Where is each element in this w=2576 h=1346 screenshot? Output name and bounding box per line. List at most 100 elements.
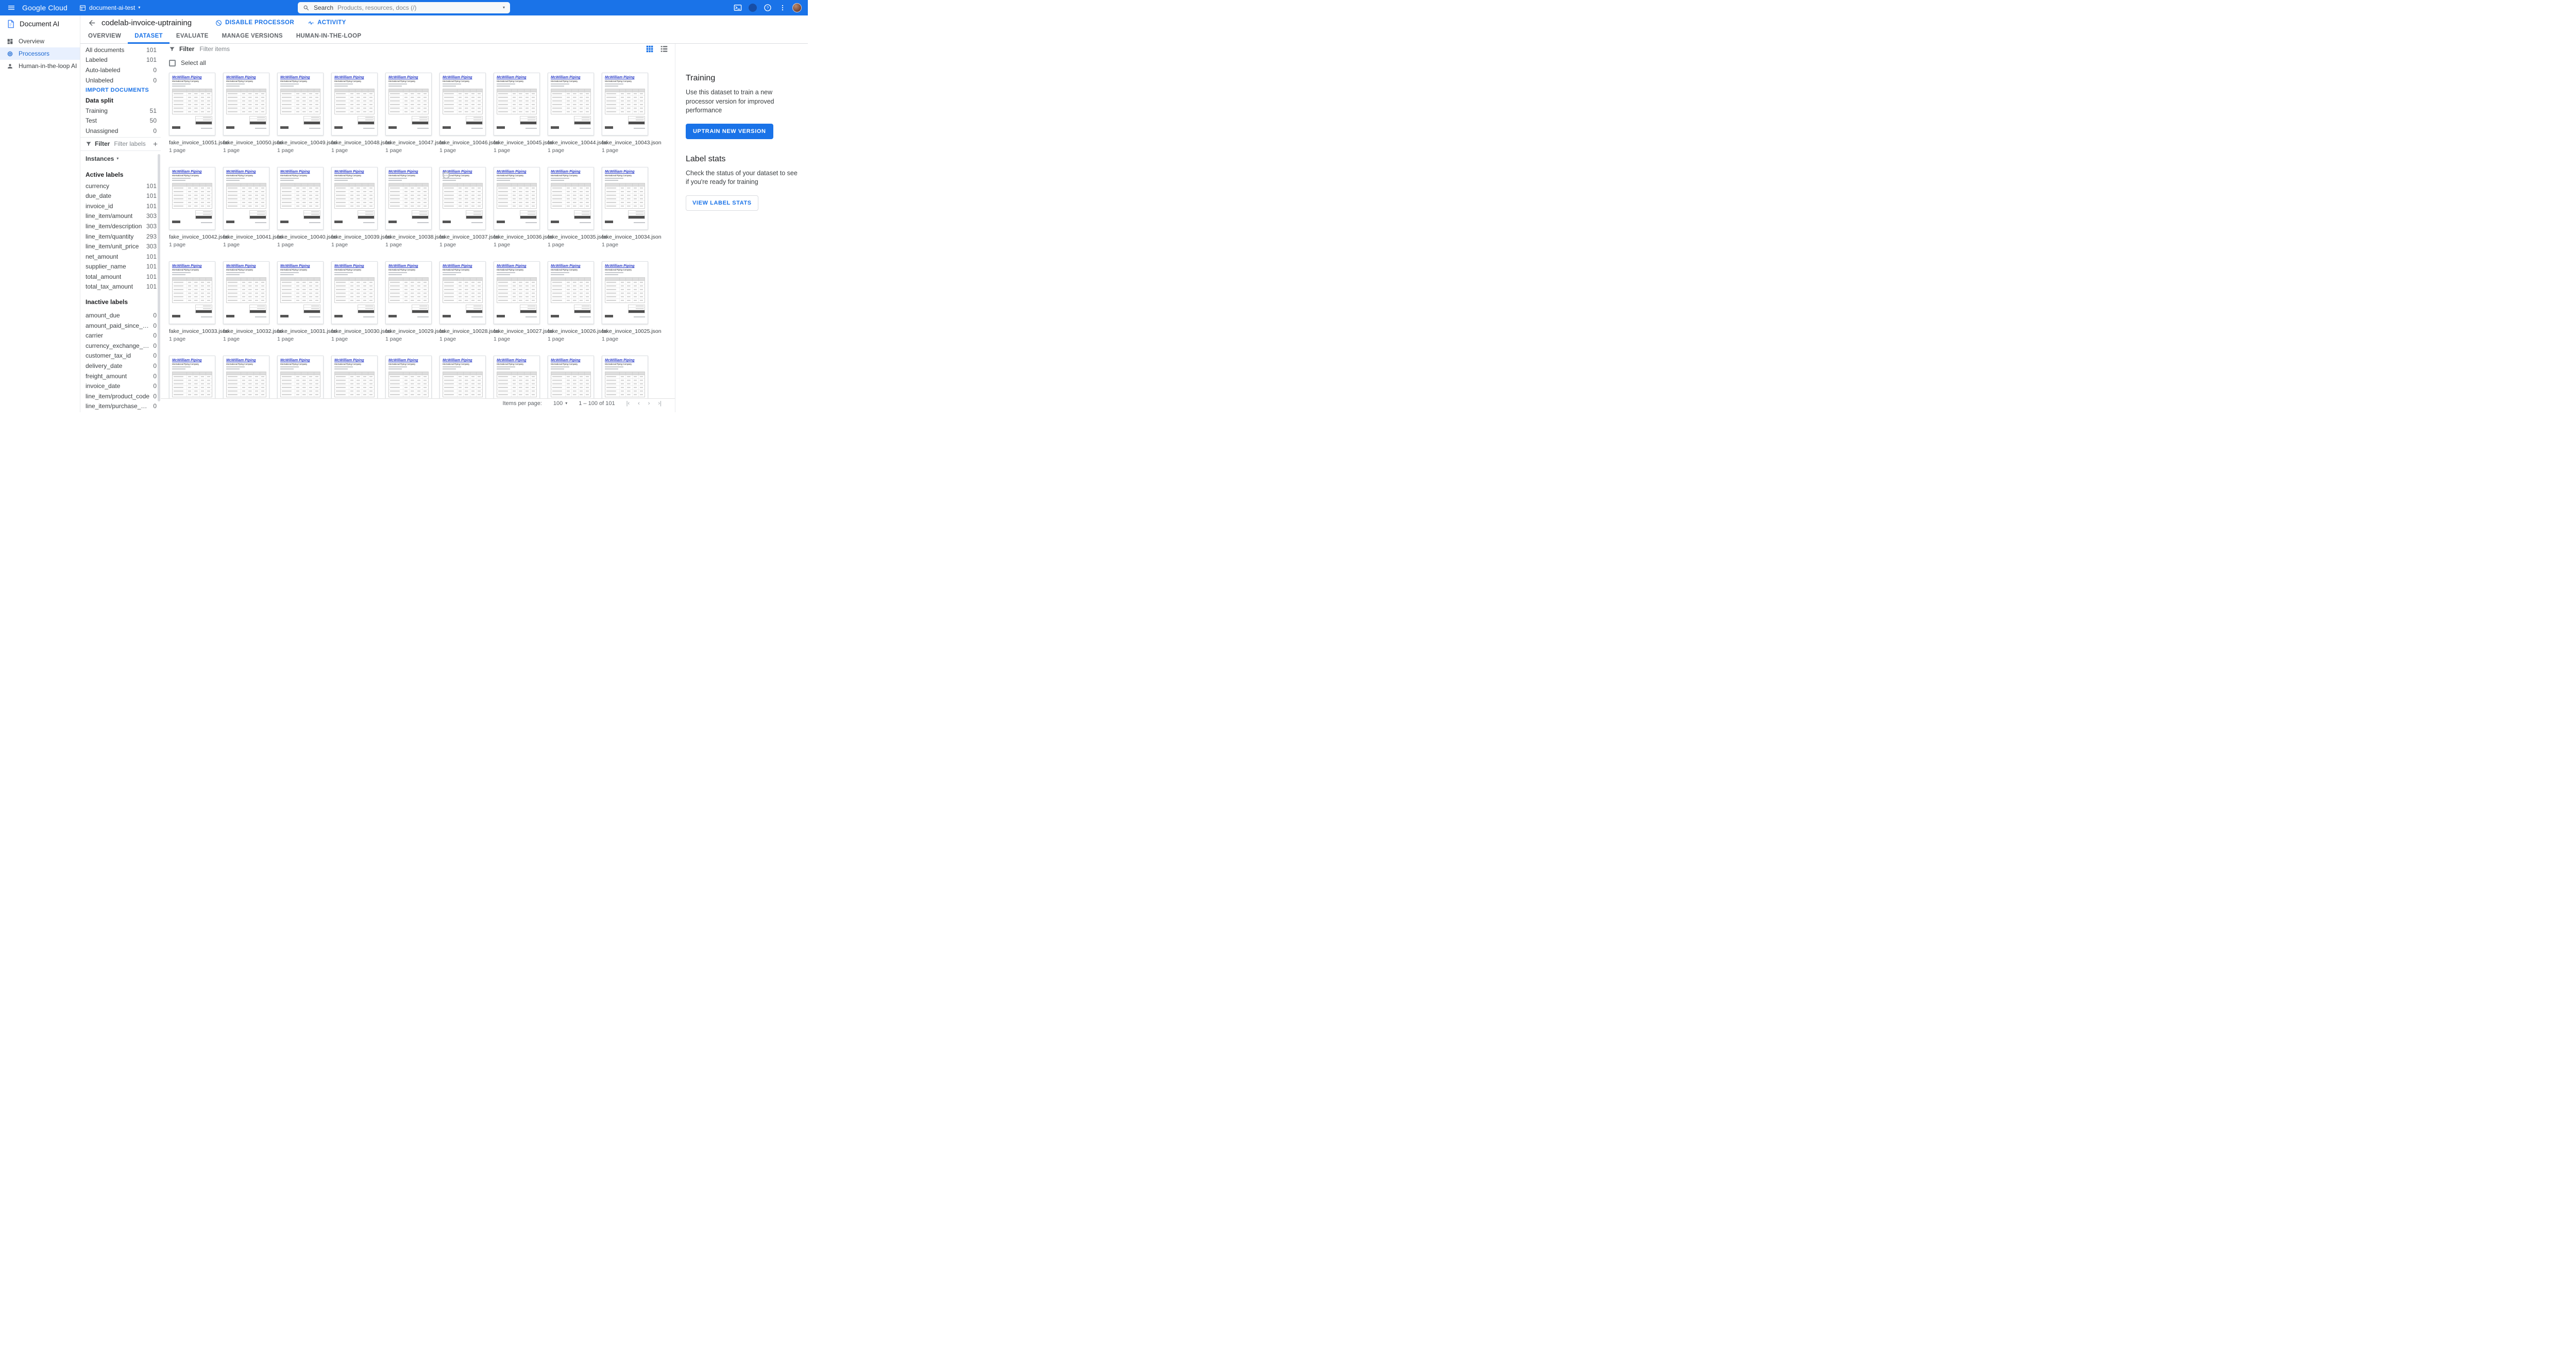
document-thumbnail[interactable]: McWilliam PipingInternational Piping Com… — [548, 73, 594, 136]
document-thumbnail[interactable]: McWilliam PipingInternational Piping Com… — [385, 356, 432, 398]
document-card[interactable]: McWilliam PipingInternational Piping Com… — [439, 356, 494, 398]
document-thumbnail[interactable]: McWilliam PipingInternational Piping Com… — [331, 73, 378, 136]
document-card[interactable]: McWilliam PipingInternational Piping Com… — [602, 73, 656, 154]
document-thumbnail[interactable]: McWilliam PipingInternational Piping Com… — [439, 73, 486, 136]
document-card[interactable]: McWilliam PipingInternational Piping Com… — [494, 73, 548, 154]
document-thumbnail[interactable]: McWilliam PipingInternational Piping Com… — [277, 356, 324, 398]
active-label-row[interactable]: line_item/unit_price303 — [86, 241, 157, 251]
document-thumbnail[interactable]: McWilliam PipingInternational Piping Com… — [439, 261, 486, 324]
document-thumbnail[interactable]: McWilliam PipingInternational Piping Com… — [277, 261, 324, 324]
project-selector[interactable]: document-ai-test ▾ — [79, 4, 140, 11]
document-card[interactable]: McWilliam PipingInternational Piping Com… — [548, 356, 602, 398]
document-thumbnail[interactable]: McWilliam PipingInternational Piping Com… — [548, 356, 594, 398]
document-card[interactable]: McWilliam PipingInternational Piping Com… — [602, 167, 656, 248]
document-count-row[interactable]: Labeled101 — [86, 55, 157, 65]
inactive-label-row[interactable]: delivery_date0 — [86, 361, 157, 371]
select-all-checkbox[interactable] — [169, 60, 176, 66]
document-card[interactable]: McWilliam PipingInternational Piping Com… — [548, 167, 602, 248]
document-card[interactable]: McWilliam PipingInternational Piping Com… — [277, 73, 331, 154]
document-card[interactable]: McWilliam PipingInternational Piping Com… — [331, 356, 385, 398]
document-thumbnail[interactable]: McWilliam PipingInternational Piping Com… — [223, 261, 269, 324]
inactive-label-row[interactable]: amount_due0 — [86, 310, 157, 321]
document-card[interactable]: McWilliam PipingInternational Piping Com… — [331, 167, 385, 248]
inactive-label-row[interactable]: freight_amount0 — [86, 371, 157, 381]
document-thumbnail[interactable]: McWilliam PipingInternational Piping Com… — [331, 167, 378, 230]
document-card[interactable]: McWilliam PipingInternational Piping Com… — [439, 73, 494, 154]
view-label-stats-button[interactable]: VIEW LABEL STATS — [686, 195, 758, 211]
document-card[interactable]: McWilliam PipingInternational Piping Com… — [494, 261, 548, 342]
add-filter-icon[interactable] — [152, 141, 159, 147]
document-thumbnail[interactable]: McWilliam PipingInternational Piping Com… — [223, 73, 269, 136]
inactive-label-row[interactable]: line_item/product_code0 — [86, 391, 157, 401]
active-label-row[interactable]: line_item/quantity293 — [86, 231, 157, 242]
document-card[interactable]: McWilliam PipingInternational Piping Com… — [602, 356, 656, 398]
document-thumbnail[interactable]: McWilliam PipingInternational Piping Com… — [385, 261, 432, 324]
documents-scroll-area[interactable]: McWilliam PipingInternational Piping Com… — [161, 66, 675, 398]
uptrain-new-version-button[interactable]: UPTRAIN NEW VERSION — [686, 124, 773, 139]
document-card[interactable]: McWilliam PipingInternational Piping Com… — [494, 167, 548, 248]
sidebar-item-processors[interactable]: Processors — [0, 47, 80, 60]
document-thumbnail[interactable]: McWilliam PipingInternational Piping Com… — [494, 261, 540, 324]
active-label-row[interactable]: net_amount101 — [86, 251, 157, 262]
scrollbar[interactable] — [158, 154, 160, 401]
active-label-row[interactable]: total_amount101 — [86, 272, 157, 282]
inactive-label-row[interactable]: currency_exchange_rate0 — [86, 341, 157, 351]
document-thumbnail[interactable]: McWilliam PipingInternational Piping Com… — [494, 356, 540, 398]
document-thumbnail[interactable]: McWilliam PipingInternational Piping Com… — [331, 356, 378, 398]
grid-view-icon[interactable] — [646, 45, 653, 53]
document-card[interactable]: McWilliam PipingInternational Piping Com… — [331, 261, 385, 342]
document-card[interactable]: McWilliam PipingInternational Piping Com… — [548, 73, 602, 154]
document-card[interactable]: McWilliam PipingInternational Piping Com… — [169, 261, 223, 342]
document-card[interactable]: McWilliam PipingInternational Piping Com… — [169, 356, 223, 398]
prev-page-icon[interactable]: ‹ — [638, 400, 640, 407]
document-thumbnail[interactable]: McWilliam PipingInternational Piping Com… — [602, 167, 648, 230]
help-icon[interactable]: ? — [762, 3, 773, 13]
back-arrow-icon[interactable] — [88, 19, 96, 27]
notifications-icon[interactable] — [748, 3, 758, 13]
menu-icon[interactable] — [6, 3, 16, 13]
document-thumbnail[interactable]: McWilliam PipingInternational Piping Com… — [277, 73, 324, 136]
active-label-row[interactable]: currency101 — [86, 181, 157, 191]
document-card[interactable]: McWilliam PipingInternational Piping Com… — [385, 261, 439, 342]
sidebar-item-overview[interactable]: Overview — [0, 35, 80, 47]
tab-manage-versions[interactable]: MANAGE VERSIONS — [215, 30, 290, 44]
document-card[interactable]: McWilliam PipingInternational Piping Com… — [494, 356, 548, 398]
inactive-label-row[interactable]: amount_paid_since_last_i...0 — [86, 321, 157, 331]
tab-overview[interactable]: OVERVIEW — [81, 30, 128, 44]
document-thumbnail[interactable]: McWilliam PipingInternational Piping Com… — [385, 167, 432, 230]
document-card[interactable]: McWilliam PipingInternational Piping Com… — [169, 73, 223, 154]
active-label-row[interactable]: due_date101 — [86, 191, 157, 201]
tab-human-in-the-loop[interactable]: HUMAN-IN-THE-LOOP — [290, 30, 368, 44]
activity-button[interactable]: ACTIVITY — [308, 20, 346, 26]
document-card[interactable]: McWilliam PipingInternational Piping Com… — [277, 261, 331, 342]
document-count-row[interactable]: Unlabeled0 — [86, 75, 157, 86]
document-thumbnail[interactable]: McWilliam PipingInternational Piping Com… — [331, 261, 378, 324]
data-split-row[interactable]: Training51 — [86, 106, 157, 116]
instances-dropdown[interactable]: Instances ▾ — [86, 153, 157, 164]
document-thumbnail[interactable]: McWilliam PipingInternational Piping Com… — [223, 167, 269, 230]
data-split-row[interactable]: Unassigned0 — [86, 126, 157, 136]
active-label-row[interactable]: invoice_id101 — [86, 201, 157, 211]
active-label-row[interactable]: line_item/description303 — [86, 221, 157, 231]
data-split-row[interactable]: Test50 — [86, 116, 157, 126]
document-card[interactable]: McWilliam PipingInternational Piping Com… — [277, 356, 331, 398]
document-thumbnail[interactable]: McWilliam PipingInternational Piping Com… — [169, 73, 215, 136]
import-documents-button[interactable]: IMPORT DOCUMENTS — [86, 85, 157, 95]
inactive-label-row[interactable]: customer_tax_id0 — [86, 351, 157, 361]
active-label-row[interactable]: line_item/amount303 — [86, 211, 157, 222]
document-card[interactable]: McWilliam PipingInternational Piping Com… — [602, 261, 656, 342]
active-label-row[interactable]: total_tax_amount101 — [86, 282, 157, 292]
document-thumbnail[interactable]: McWilliam PipingInternational Piping Com… — [548, 167, 594, 230]
document-thumbnail[interactable]: McWilliam PipingInternational Piping Com… — [602, 73, 648, 136]
document-thumbnail[interactable]: McWilliam PipingInternational Piping Com… — [277, 167, 324, 230]
document-thumbnail[interactable]: McWilliam PipingInternational Piping Com… — [602, 356, 648, 398]
inactive-label-row[interactable]: invoice_date0 — [86, 381, 157, 391]
document-thumbnail[interactable]: McWilliam PipingInternational Piping Com… — [602, 261, 648, 324]
page-size-selector[interactable]: 100 ▾ — [553, 400, 567, 407]
document-thumbnail[interactable]: McWilliam PipingInternational Piping Com… — [385, 73, 432, 136]
label-filter-input[interactable] — [113, 140, 149, 148]
document-card[interactable]: McWilliam PipingInternational Piping Com… — [439, 261, 494, 342]
document-card[interactable]: McWilliam PipingInternational Piping Com… — [385, 167, 439, 248]
document-thumbnail[interactable]: McWilliam PipingInternational Piping Com… — [169, 167, 215, 230]
document-card[interactable]: McWilliam PipingInternational Piping Com… — [385, 73, 439, 154]
